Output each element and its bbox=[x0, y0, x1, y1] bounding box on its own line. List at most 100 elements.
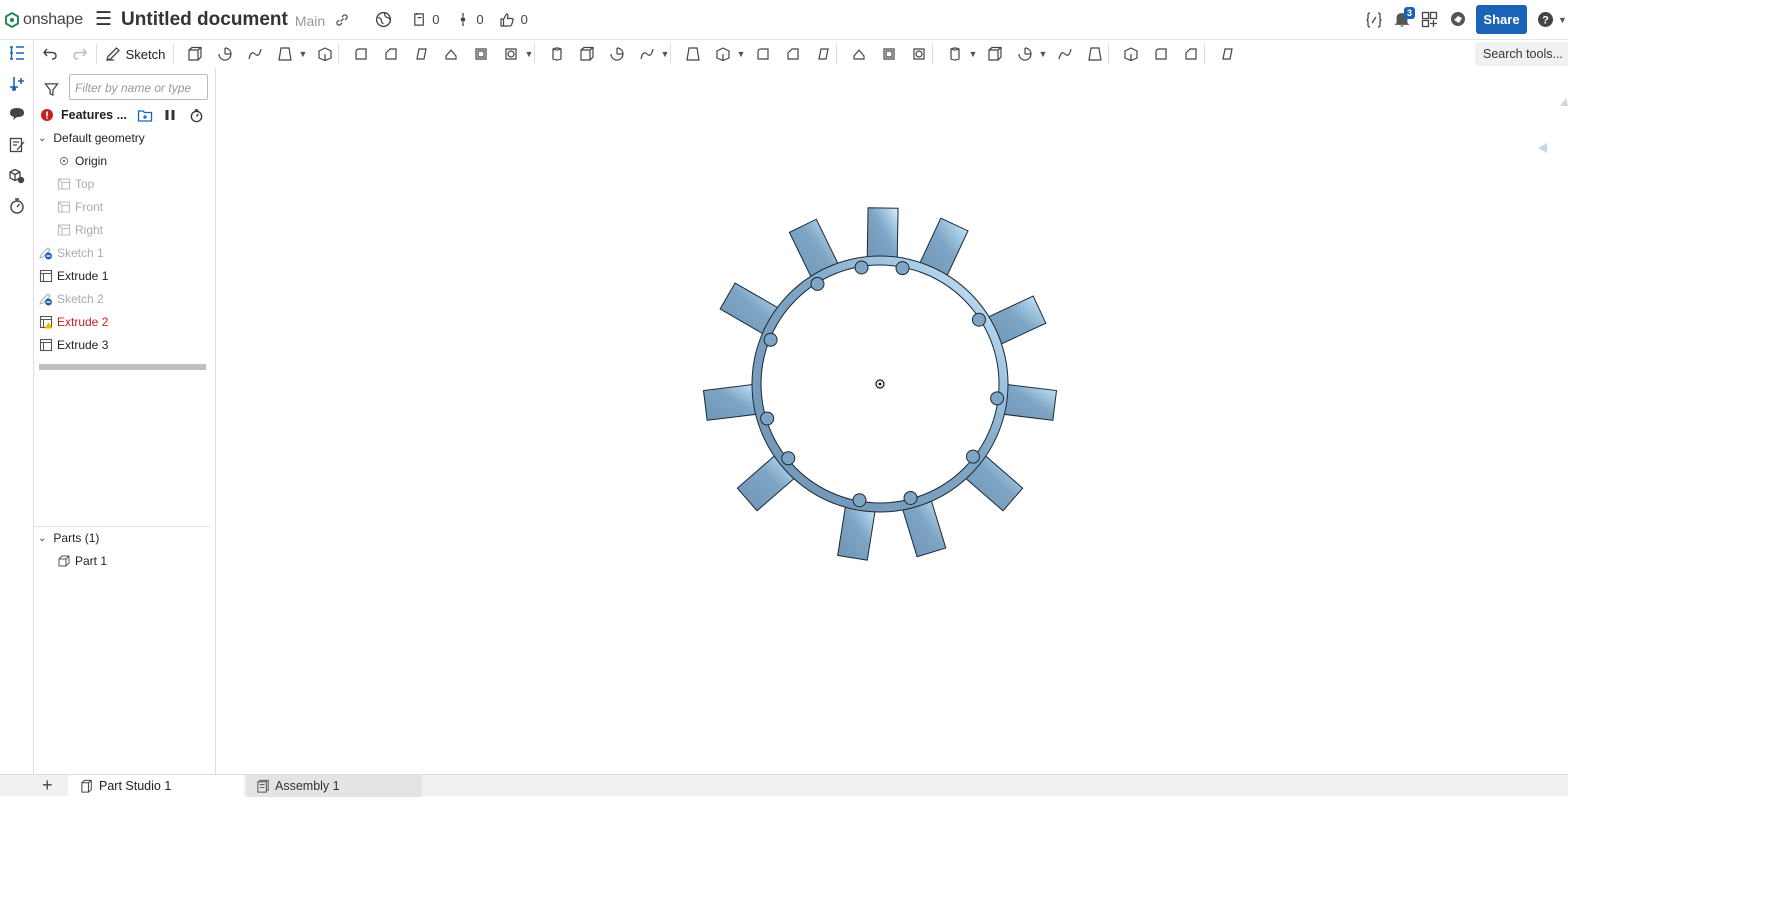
error-icon[interactable] bbox=[40, 108, 54, 122]
gear-notch[interactable] bbox=[760, 411, 775, 426]
dropdown-caret-icon[interactable]: ▼ bbox=[1038, 44, 1048, 64]
notes-icon[interactable] bbox=[8, 136, 26, 154]
parts-group[interactable]: ⌄ Parts (1) bbox=[38, 527, 99, 549]
branches-counter[interactable]: 0 bbox=[459, 12, 484, 27]
menu-icon[interactable]: ☰ bbox=[95, 8, 112, 31]
chevron-down-icon[interactable]: ⌄ bbox=[38, 133, 46, 144]
globe-icon[interactable] bbox=[375, 11, 392, 28]
gear-notch[interactable] bbox=[854, 260, 869, 275]
fillet-button[interactable] bbox=[350, 44, 372, 64]
sketch-button[interactable]: Sketch bbox=[104, 44, 166, 64]
dropdown-caret-icon[interactable]: ▼ bbox=[736, 44, 746, 64]
gear-notch[interactable] bbox=[810, 276, 825, 291]
features-label[interactable]: Features ... bbox=[61, 108, 127, 122]
offset-surface-button[interactable] bbox=[878, 44, 900, 64]
delete-face-button[interactable] bbox=[782, 44, 804, 64]
hole-button[interactable] bbox=[500, 44, 522, 64]
delete-part-button[interactable] bbox=[712, 44, 734, 64]
onshape-logo[interactable]: onshape bbox=[4, 0, 83, 40]
add-folder-icon[interactable] bbox=[137, 107, 153, 123]
feature-item-extrude-1[interactable]: Extrude 1 bbox=[39, 265, 108, 287]
view-cube-icon[interactable] bbox=[1538, 98, 1568, 153]
document-title[interactable]: Untitled document bbox=[121, 9, 288, 31]
gear-notch[interactable] bbox=[781, 451, 796, 466]
helix-button[interactable] bbox=[984, 44, 1006, 64]
gear-notch[interactable] bbox=[990, 391, 1005, 406]
insert-icon[interactable] bbox=[8, 75, 26, 93]
replace-face-button[interactable] bbox=[848, 44, 870, 64]
transform-button[interactable] bbox=[682, 44, 704, 64]
undo-button[interactable] bbox=[40, 44, 60, 64]
loft-button[interactable] bbox=[274, 44, 296, 64]
dropdown-caret-icon[interactable]: ▼ bbox=[524, 44, 534, 64]
gear-notch[interactable] bbox=[852, 493, 867, 508]
feature-item-sketch-1[interactable]: Sketch 1 bbox=[39, 242, 104, 264]
chevron-down-icon[interactable]: ⌄ bbox=[38, 533, 46, 544]
plane-item-right[interactable]: Right bbox=[57, 219, 103, 241]
origin-marker-icon[interactable] bbox=[875, 379, 885, 389]
learning-center-icon[interactable] bbox=[1450, 11, 1466, 27]
help-dropdown-icon[interactable]: ▼ bbox=[1558, 15, 1567, 25]
boolean-button[interactable] bbox=[606, 44, 628, 64]
graphics-viewport[interactable] bbox=[216, 68, 1568, 774]
tab-part-studio-1[interactable]: Part Studio 1 bbox=[68, 775, 244, 797]
gear-notch[interactable] bbox=[965, 449, 980, 464]
rib-button[interactable] bbox=[440, 44, 462, 64]
gear-tooth[interactable] bbox=[866, 207, 899, 263]
default-geometry-group[interactable]: ⌄ Default geometry bbox=[38, 127, 145, 149]
linear-pattern-button[interactable] bbox=[546, 44, 568, 64]
gear-notch[interactable] bbox=[895, 261, 910, 276]
help-icon[interactable]: ? bbox=[1537, 11, 1554, 28]
gear-notch[interactable] bbox=[971, 312, 986, 327]
search-tools-input[interactable]: Search tools... bbox=[1475, 42, 1568, 66]
redo-button[interactable] bbox=[70, 44, 90, 64]
add-tab-icon[interactable]: + bbox=[42, 776, 53, 794]
feature-item-extrude-3[interactable]: Extrude 3 bbox=[39, 334, 108, 356]
mirror-button[interactable] bbox=[576, 44, 598, 64]
filter-icon[interactable] bbox=[44, 82, 59, 97]
chamfer-button[interactable] bbox=[380, 44, 402, 64]
rollback-bar[interactable] bbox=[39, 364, 206, 370]
configuration-button[interactable] bbox=[1084, 44, 1106, 64]
dropdown-caret-icon[interactable]: ▼ bbox=[298, 44, 308, 64]
feature-item-extrude-2[interactable]: Extrude 2 bbox=[39, 311, 108, 333]
sheet-metal-button[interactable] bbox=[1150, 44, 1172, 64]
performance-stopwatch-icon[interactable] bbox=[8, 197, 26, 215]
filter-input[interactable]: Filter by name or type bbox=[69, 74, 208, 100]
origin-item[interactable]: Origin bbox=[59, 150, 107, 172]
thicken-button[interactable] bbox=[314, 44, 336, 64]
feature-item-sketch-2[interactable]: Sketch 2 bbox=[39, 288, 104, 310]
versions-counter[interactable]: 0 bbox=[412, 12, 439, 27]
app-store-icon[interactable] bbox=[1421, 11, 1438, 28]
draft-button[interactable] bbox=[410, 44, 432, 64]
split-button[interactable] bbox=[636, 44, 658, 64]
dropdown-caret-icon[interactable]: ▼ bbox=[968, 44, 978, 64]
plane-item-front[interactable]: Front bbox=[57, 196, 103, 218]
part-item[interactable]: Part 1 bbox=[57, 550, 107, 572]
dropdown-caret-icon[interactable]: ▼ bbox=[660, 44, 670, 64]
plane-item-top[interactable]: Top bbox=[57, 173, 94, 195]
featurescript-icon[interactable] bbox=[1365, 11, 1383, 29]
link-icon[interactable] bbox=[335, 13, 349, 27]
revolve-button[interactable] bbox=[214, 44, 236, 64]
gear-notch[interactable] bbox=[903, 490, 918, 505]
comments-icon[interactable] bbox=[8, 105, 26, 123]
modify-fillet-button[interactable] bbox=[752, 44, 774, 64]
extrude-button[interactable] bbox=[184, 44, 206, 64]
likes-counter[interactable]: 0 bbox=[499, 12, 528, 28]
share-button[interactable]: Share bbox=[1476, 5, 1527, 34]
pause-icon[interactable] bbox=[163, 108, 177, 122]
plane-button[interactable] bbox=[908, 44, 930, 64]
sweep-button[interactable] bbox=[244, 44, 266, 64]
gear-notch[interactable] bbox=[763, 332, 778, 347]
measure-button[interactable] bbox=[1014, 44, 1036, 64]
parts-appearance-icon[interactable] bbox=[8, 167, 26, 185]
frame-button[interactable] bbox=[1180, 44, 1202, 64]
tab-assembly-1[interactable]: Assembly 1 bbox=[246, 775, 422, 797]
rollback-timer-icon[interactable] bbox=[189, 108, 204, 123]
move-face-button[interactable] bbox=[812, 44, 834, 64]
shell-button[interactable] bbox=[470, 44, 492, 64]
variable-button[interactable] bbox=[1054, 44, 1076, 64]
text-button[interactable] bbox=[1216, 44, 1238, 64]
mate-connector-button[interactable] bbox=[944, 44, 966, 64]
